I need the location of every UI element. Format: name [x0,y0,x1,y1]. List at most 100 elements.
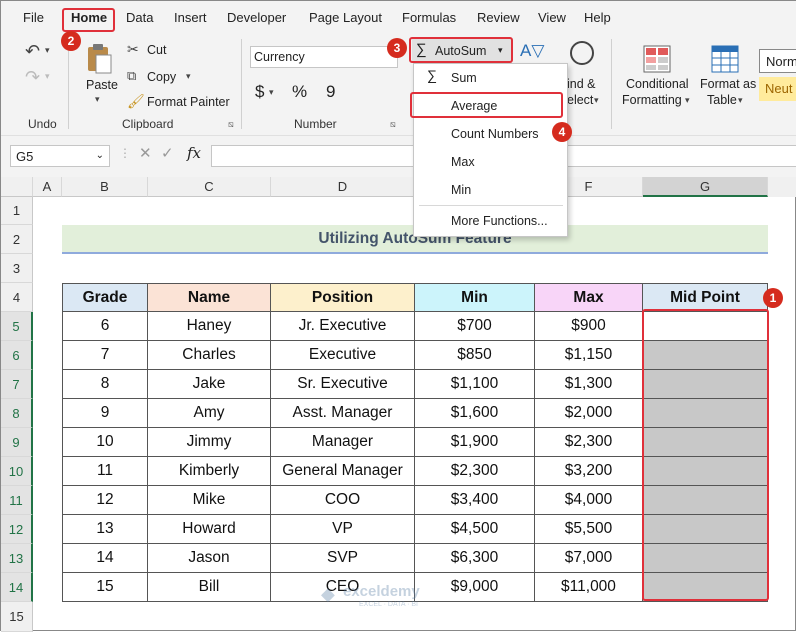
cell-grade[interactable]: 12 [62,486,148,515]
more-options-icon[interactable]: ⋮ [119,146,131,160]
chevron-down-icon[interactable]: ▾ [738,95,743,106]
paste-label[interactable]: Paste [86,78,118,92]
cell-min[interactable]: $2,300 [415,457,535,486]
row-header-2[interactable]: 2 [1,225,33,254]
style-normal[interactable]: Norm [759,49,796,73]
menu-help[interactable]: Help [584,10,611,25]
menu-view[interactable]: View [538,10,566,25]
copy-icon[interactable]: ⧉ [127,68,136,84]
row-header-9[interactable]: 9 [1,428,33,457]
menu-insert[interactable]: Insert [174,10,207,25]
chevron-down-icon[interactable]: ▾ [95,94,100,105]
menu-formulas[interactable]: Formulas [402,10,456,25]
column-header-c[interactable]: C [148,177,271,197]
find-select-label-2[interactable]: elect [567,93,593,107]
cancel-icon[interactable]: ✕ [139,144,152,162]
redo-icon[interactable]: ↷ [25,67,40,88]
conditional-formatting-label[interactable]: Conditional [626,77,689,91]
format-as-table-icon[interactable] [711,45,739,73]
cell-min[interactable]: $850 [415,341,535,370]
dropdown-max[interactable]: Max [451,155,475,169]
row-header-14[interactable]: 14 [1,573,33,602]
cell-position[interactable]: COO [271,486,415,515]
row-header-5[interactable]: 5 [1,312,33,341]
row-header-8[interactable]: 8 [1,399,33,428]
cell-max[interactable]: $7,000 [535,544,643,573]
cell-name[interactable]: Charles [148,341,271,370]
cell-position[interactable]: Sr. Executive [271,370,415,399]
header-min[interactable]: Min [415,283,535,312]
cell-position[interactable]: Executive [271,341,415,370]
column-header-d[interactable]: D [271,177,415,197]
menu-page-layout[interactable]: Page Layout [309,10,382,25]
cell-grade[interactable]: 6 [62,312,148,341]
currency-button[interactable]: $ [255,82,264,102]
dropdown-sum[interactable]: Sum [451,71,477,85]
cell-grade[interactable]: 14 [62,544,148,573]
row-header-6[interactable]: 6 [1,341,33,370]
row-header-11[interactable]: 11 [1,486,33,515]
format-painter-icon[interactable]: 🖌 [127,93,145,110]
cell-grade[interactable]: 7 [62,341,148,370]
row-header-7[interactable]: 7 [1,370,33,399]
cell-max[interactable]: $1,150 [535,341,643,370]
cell-position[interactable]: Manager [271,428,415,457]
cell-name[interactable]: Mike [148,486,271,515]
cell-name[interactable]: Jimmy [148,428,271,457]
chevron-down-icon[interactable]: ▾ [594,95,599,106]
name-box[interactable]: G5 ⌄ [10,145,110,167]
menu-file[interactable]: File [23,10,44,25]
conditional-formatting-icon[interactable] [643,45,671,73]
dialog-launcher-icon[interactable]: ⧅ [390,119,396,130]
style-neutral[interactable]: Neut [759,77,796,101]
column-header-g[interactable]: G [643,177,768,197]
chevron-down-icon[interactable]: ▾ [685,95,690,106]
cell-min[interactable]: $4,500 [415,515,535,544]
cell-grade[interactable]: 15 [62,573,148,602]
cell-min[interactable]: $3,400 [415,486,535,515]
chevron-down-icon[interactable]: ▾ [269,87,274,98]
format-as-table-label[interactable]: Format as [700,77,756,91]
cell-grade[interactable]: 11 [62,457,148,486]
cell-min[interactable]: $6,300 [415,544,535,573]
menu-data[interactable]: Data [126,10,153,25]
row-header-12[interactable]: 12 [1,515,33,544]
cell-name[interactable]: Bill [148,573,271,602]
comma-style-button[interactable]: 9 [326,82,335,102]
cell-min[interactable]: $1,900 [415,428,535,457]
cell-max[interactable]: $11,000 [535,573,643,602]
cell-max[interactable]: $1,300 [535,370,643,399]
cell-grade[interactable]: 9 [62,399,148,428]
header-name[interactable]: Name [148,283,271,312]
header-position[interactable]: Position [271,283,415,312]
cell-max[interactable]: $5,500 [535,515,643,544]
cell-min[interactable]: $9,000 [415,573,535,602]
number-format-select[interactable]: Currency [250,46,398,68]
enter-icon[interactable]: ✓ [161,144,174,162]
cell-max[interactable]: $4,000 [535,486,643,515]
dropdown-count-numbers[interactable]: Count Numbers [451,127,539,141]
cell-max[interactable]: $3,200 [535,457,643,486]
cell-name[interactable]: Howard [148,515,271,544]
cell-grade[interactable]: 8 [62,370,148,399]
chevron-down-icon[interactable]: ▾ [45,45,50,56]
insert-function-icon[interactable]: fx [187,144,201,162]
cell-min[interactable]: $1,100 [415,370,535,399]
dropdown-min[interactable]: Min [451,183,471,197]
header-max[interactable]: Max [535,283,643,312]
menu-review[interactable]: Review [477,10,520,25]
find-select-icon[interactable] [570,41,594,65]
cell-position[interactable]: General Manager [271,457,415,486]
undo-icon[interactable]: ↶ [25,41,40,62]
cell-grade[interactable]: 13 [62,515,148,544]
conditional-formatting-label-2[interactable]: Formatting [622,93,682,107]
cell-max[interactable]: $2,300 [535,428,643,457]
cell-max[interactable]: $2,000 [535,399,643,428]
format-as-table-label-2[interactable]: Table [707,93,737,107]
cell-name[interactable]: Amy [148,399,271,428]
cell-position[interactable]: Asst. Manager [271,399,415,428]
row-header-3[interactable]: 3 [1,254,33,283]
cell-name[interactable]: Jason [148,544,271,573]
cell-position[interactable]: SVP [271,544,415,573]
find-select-label[interactable]: ind & [567,77,596,91]
